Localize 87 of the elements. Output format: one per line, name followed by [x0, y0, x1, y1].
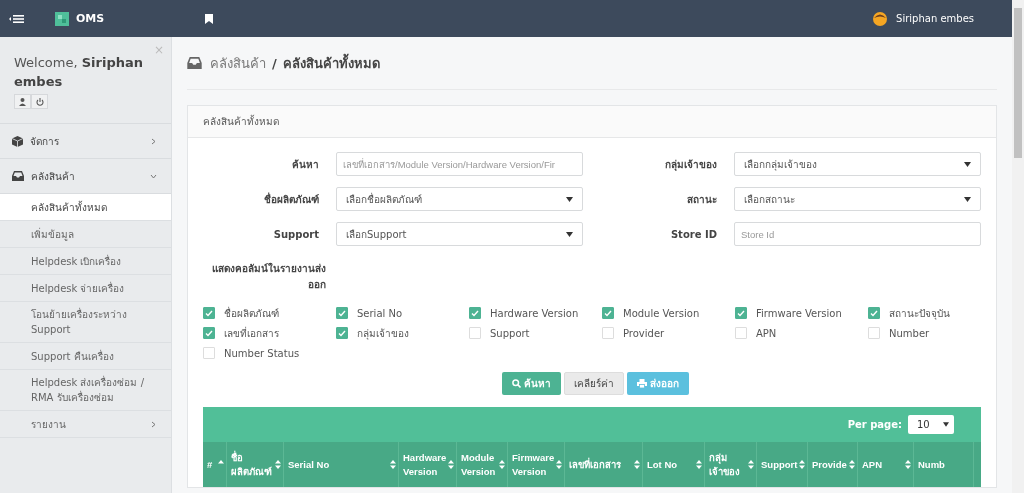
- checkbox[interactable]: [602, 307, 614, 319]
- column-header[interactable]: Serial No: [284, 442, 399, 487]
- column-header[interactable]: Firmware Version: [508, 442, 565, 487]
- column-header[interactable]: Lot No: [643, 442, 705, 487]
- text-field[interactable]: เลขที่เอกสาร/Module Version/Hardware Version/Fir: [336, 152, 583, 176]
- inbox-icon: [12, 171, 24, 181]
- sidebar-subitem[interactable]: คลังสินค้าทั้งหมด: [0, 194, 171, 221]
- caret-icon: [943, 422, 949, 427]
- brand-name[interactable]: OMS: [76, 12, 105, 25]
- per-page-label: Per page:: [847, 419, 902, 430]
- column-header[interactable]: ชื่อ ผลิตภัณฑ์: [227, 442, 284, 487]
- sidebar-subitem[interactable]: Helpdesk เบิกเครื่อง: [0, 248, 171, 275]
- caret-icon: [964, 161, 971, 167]
- power-icon: [35, 97, 44, 106]
- checkbox-label: APN: [756, 327, 777, 339]
- column-header[interactable]: APN: [858, 442, 914, 487]
- checkbox-label: ชื่อผลิตภัณฑ์: [224, 305, 279, 321]
- checkbox[interactable]: [868, 307, 880, 319]
- search-icon: [511, 379, 521, 388]
- checkbox-label: Number: [889, 327, 930, 339]
- printer-icon: [636, 379, 647, 388]
- per-page-select[interactable]: 10: [908, 415, 954, 434]
- search-button[interactable]: ค้นหา: [501, 372, 561, 395]
- checkbox-label: Module Version: [623, 307, 700, 319]
- page-title: คลังสินค้าทั้งหมด: [282, 52, 380, 73]
- checkbox-label: Serial No: [357, 307, 403, 319]
- checkbox[interactable]: [203, 327, 215, 339]
- field-label: Store ID: [669, 228, 717, 240]
- menu-icon[interactable]: [8, 13, 24, 24]
- panel-title: คลังสินค้าทั้งหมด: [203, 114, 279, 129]
- checkbox[interactable]: [336, 327, 348, 339]
- field-label: สถานะ: [686, 192, 717, 207]
- logout-button[interactable]: [31, 94, 48, 109]
- select-field[interactable]: เลือกSupport: [336, 222, 583, 246]
- checkbox[interactable]: [203, 307, 215, 319]
- clear-button[interactable]: เคลียร์ค่า: [563, 372, 624, 395]
- column-header[interactable]: Support: [757, 442, 808, 487]
- sidebar-subitem[interactable]: Helpdesk ส่งเครื่องซ่อม / RMA รับเครื่องซ่อม: [0, 370, 171, 411]
- column-header[interactable]: Hardware Version: [399, 442, 457, 487]
- select-field[interactable]: เลือกชื่อผลิตภัณฑ์: [336, 187, 583, 211]
- column-header[interactable]: Numb: [914, 442, 974, 487]
- chevron-right-icon: [150, 420, 157, 428]
- user-name[interactable]: Siriphan embes: [896, 13, 974, 24]
- breadcrumb-separator: /: [272, 55, 277, 71]
- select-field[interactable]: เลือกสถานะ: [734, 187, 981, 211]
- checkbox[interactable]: [469, 307, 481, 319]
- sidebar-item[interactable]: จัดการ: [0, 124, 171, 159]
- caret-icon: [566, 231, 573, 237]
- column-header[interactable]: เลขที่เอกสาร: [565, 442, 643, 487]
- field-label: ค้นหา: [291, 157, 319, 172]
- sidebar-subitem[interactable]: Support คืนเครื่อง: [0, 343, 171, 370]
- field-label: แสดงคอลัมน์ในรายงานส่งออก: [211, 261, 326, 292]
- column-header[interactable]: #: [203, 442, 227, 487]
- column-header[interactable]: กลุ่ม เจ้าของ: [705, 442, 757, 487]
- text-field[interactable]: Store Id: [734, 222, 981, 246]
- profile-button[interactable]: [14, 94, 31, 109]
- checkbox-label: กลุ่มเจ้าของ: [357, 326, 409, 341]
- sidebar-subitem[interactable]: Helpdesk จ่ายเครื่อง: [0, 275, 171, 302]
- checkbox-label: Number Status: [224, 347, 300, 359]
- field-label: ชื่อผลิตภัณฑ์: [263, 191, 319, 207]
- column-header[interactable]: Provide: [808, 442, 858, 487]
- caret-icon: [566, 196, 573, 202]
- field-label: กลุ่มเจ้าของ: [664, 157, 717, 172]
- field-label: Support: [272, 228, 319, 240]
- sidebar-subitem[interactable]: รายงาน: [0, 411, 171, 438]
- cube-icon: [12, 135, 23, 147]
- checkbox-label: Provider: [623, 327, 665, 339]
- bookmark-icon[interactable]: [205, 13, 214, 24]
- sidebar-subitem[interactable]: เพิ่มข้อมูล: [0, 221, 171, 248]
- welcome-text: Welcome, Siriphan embes: [14, 54, 144, 91]
- scrollbar[interactable]: [1012, 0, 1024, 493]
- caret-icon: [964, 196, 971, 202]
- checkbox[interactable]: [336, 307, 348, 319]
- checkbox-label: Hardware Version: [490, 307, 579, 319]
- checkbox-label: สถานะปัจจุบัน: [889, 306, 950, 321]
- select-field[interactable]: เลือกกลุ่มเจ้าของ: [734, 152, 981, 176]
- checkbox-label: เลขที่เอกสาร: [224, 325, 279, 341]
- column-header[interactable]: Module Version: [457, 442, 508, 487]
- checkbox-label: Support: [490, 327, 530, 339]
- inbox-icon: [187, 57, 202, 69]
- checkbox[interactable]: [735, 307, 747, 319]
- sidebar-subitem[interactable]: โอนย้ายเครื่องระหว่าง Support: [0, 302, 171, 343]
- person-icon: [19, 97, 26, 106]
- breadcrumb-link[interactable]: คลังสินค้า: [210, 52, 266, 74]
- logo-icon: [55, 11, 69, 26]
- checkbox-label: Firmware Version: [756, 307, 842, 319]
- avatar-icon[interactable]: [873, 11, 888, 26]
